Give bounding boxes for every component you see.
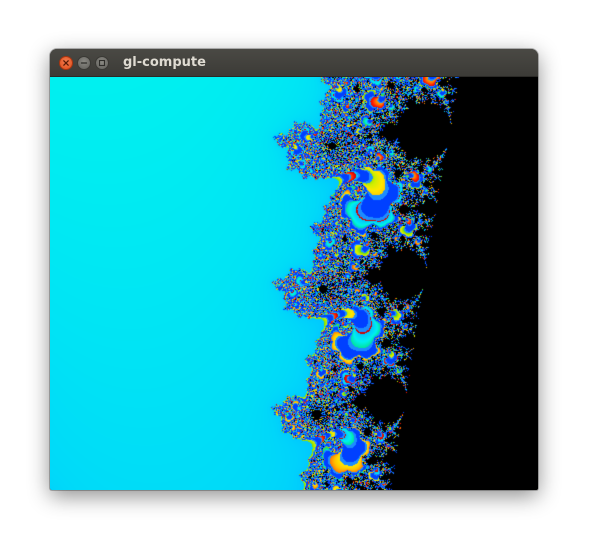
fractal-canvas[interactable] [50, 77, 538, 490]
close-button[interactable] [59, 56, 73, 70]
close-icon [63, 60, 69, 66]
minimize-icon [80, 62, 88, 64]
maximize-icon [98, 59, 106, 67]
minimize-button[interactable] [77, 56, 91, 70]
app-window: gl-compute [50, 49, 538, 490]
window-title: gl-compute [123, 55, 206, 70]
maximize-button[interactable] [95, 56, 109, 70]
title-bar[interactable]: gl-compute [50, 49, 538, 77]
